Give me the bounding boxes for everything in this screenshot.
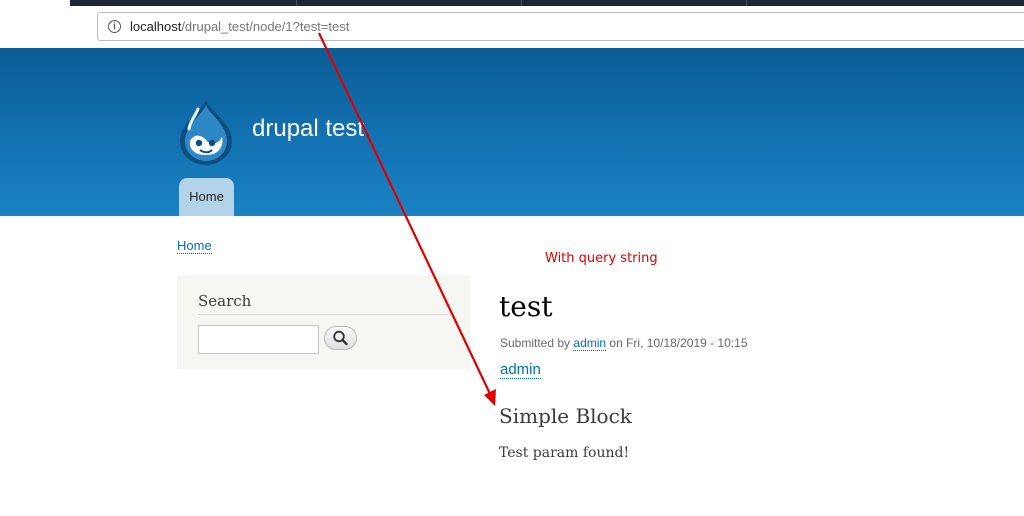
drupal-logo[interactable]	[176, 97, 236, 167]
search-block-title: Search	[198, 292, 252, 310]
site-name[interactable]: drupal test	[252, 115, 364, 143]
search-input[interactable]	[198, 325, 319, 354]
search-button[interactable]	[324, 326, 357, 350]
nav-tab-home[interactable]: Home	[179, 178, 234, 216]
browser-toolbar: i localhost/drupal_test/node/1?test=test	[0, 6, 1024, 48]
submitted-date: on Fri, 10/18/2019 - 10:15	[609, 336, 748, 350]
block-body: Test param found!	[499, 445, 630, 461]
url-text[interactable]: localhost/drupal_test/node/1?test=test	[130, 19, 349, 34]
node-author-link[interactable]: admin	[500, 361, 541, 379]
url-path: /drupal_test/node/1?test=test	[181, 19, 350, 34]
url-host: localhost	[130, 19, 182, 34]
block-title: Simple Block	[499, 404, 632, 428]
search-icon	[333, 330, 348, 346]
info-icon[interactable]: i	[108, 20, 121, 33]
search-block: Search	[177, 275, 470, 369]
author-link[interactable]: admin	[573, 336, 607, 351]
divider	[198, 314, 450, 315]
submitted-prefix: Submitted by	[500, 336, 571, 350]
submitted-info: Submitted by admin on Fri, 10/18/2019 - …	[500, 336, 748, 351]
address-bar[interactable]: i localhost/drupal_test/node/1?test=test	[97, 12, 1024, 41]
page-title: test	[499, 290, 553, 323]
site-header	[0, 48, 1024, 216]
breadcrumb-home-link[interactable]: Home	[177, 238, 212, 254]
annotation-label: With query string	[545, 251, 658, 266]
